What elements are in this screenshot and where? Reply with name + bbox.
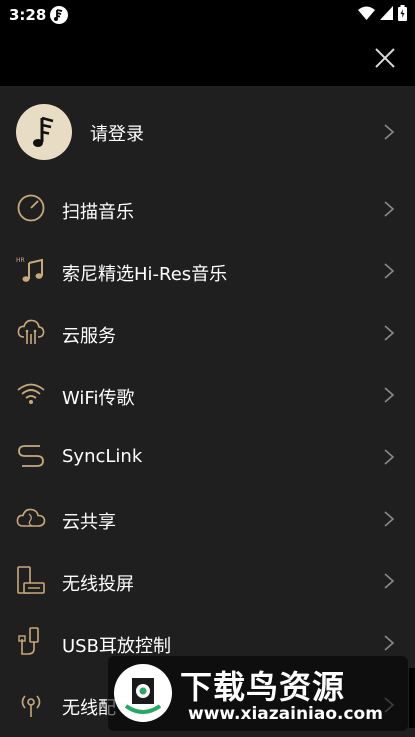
synclink-icon	[18, 445, 44, 467]
menu-item-label: 云服务	[62, 326, 116, 347]
wifi-signal-icon	[358, 6, 375, 20]
avatar[interactable]	[16, 104, 72, 160]
menu-item-label: 扫描音乐	[62, 202, 134, 223]
menu-item-label: 无线投屏	[62, 574, 134, 595]
drawer-header	[0, 30, 415, 86]
menu-item-label: SyncLink	[62, 446, 143, 467]
chevron-right-icon	[384, 201, 395, 217]
chevron-right-icon	[384, 387, 395, 403]
watermark-title: 下载鸟资源	[180, 668, 346, 706]
scrim-edge	[409, 668, 415, 728]
close-icon	[375, 48, 395, 68]
watermark-logo-icon	[114, 664, 172, 722]
usb-icon	[18, 627, 39, 655]
cast-icon	[17, 566, 45, 594]
scan-icon	[17, 194, 45, 222]
menu-item-cloud-share[interactable]: 云共享	[0, 488, 415, 550]
cloud-share-icon	[16, 508, 46, 527]
login-label: 请登录	[90, 124, 144, 145]
chevron-right-icon	[384, 573, 395, 589]
status-bar: 3:28	[0, 0, 415, 30]
music-note-icon	[33, 116, 54, 147]
chevron-right-icon	[384, 263, 395, 279]
chevron-right-icon	[384, 325, 395, 341]
chevron-right-icon	[384, 511, 395, 527]
menu-item-label: 索尼精选Hi-Res音乐	[62, 264, 228, 285]
menu-list: 请登录 扫描音乐 HR 索尼精选Hi-Res音乐 云服务 WiFi传歌 Sync…	[0, 86, 415, 736]
watermark-url: www.xiazainiao.com	[188, 704, 383, 724]
menu-item-synclink[interactable]: SyncLink	[0, 426, 415, 488]
status-time: 3:28	[9, 6, 47, 24]
status-icons	[358, 5, 407, 21]
close-button[interactable]	[371, 44, 399, 72]
menu-item-label: USB耳放控制	[62, 636, 171, 657]
wifi-icon	[17, 383, 45, 404]
cloud-service-icon	[17, 319, 45, 344]
chevron-right-icon	[384, 635, 395, 651]
battery-icon	[398, 5, 407, 21]
wireless-icon	[21, 695, 41, 717]
cell-signal-icon	[380, 6, 393, 20]
svg-text:HR: HR	[16, 257, 25, 264]
menu-item-wifi-transfer[interactable]: WiFi传歌	[0, 364, 415, 426]
hi-res-music-icon: HR	[16, 257, 43, 282]
menu-item-label: 云共享	[62, 512, 116, 533]
menu-item-cloud-service[interactable]: 云服务	[0, 302, 415, 364]
menu-item-label: WiFi传歌	[62, 388, 135, 409]
menu-item-sony-hi-res[interactable]: HR 索尼精选Hi-Res音乐	[0, 240, 415, 302]
watermark: 下载鸟资源 www.xiazainiao.com	[108, 656, 408, 731]
app-notification-icon	[50, 6, 68, 24]
login-row[interactable]: 请登录	[0, 86, 415, 178]
chevron-right-icon	[384, 124, 395, 140]
chevron-right-icon	[384, 449, 395, 465]
menu-item-wireless-cast[interactable]: 无线投屏	[0, 550, 415, 612]
menu-item-scan-music[interactable]: 扫描音乐	[0, 178, 415, 240]
